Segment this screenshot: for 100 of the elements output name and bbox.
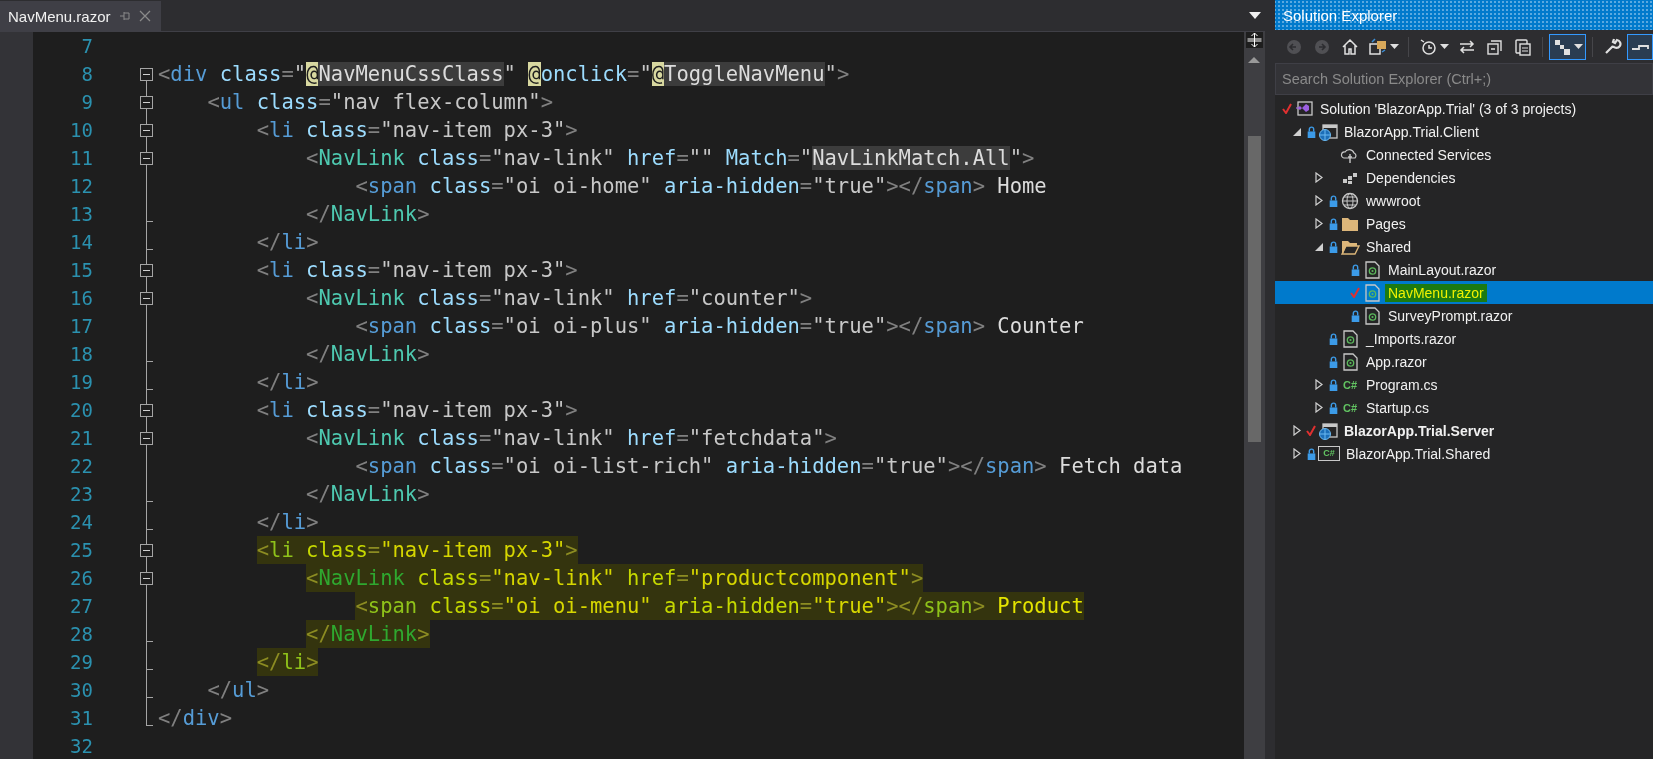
line-number: 11: [69, 147, 93, 169]
expand-icon[interactable]: [1315, 172, 1323, 183]
expand-icon[interactable]: [1293, 425, 1301, 436]
collapse-icon[interactable]: [140, 68, 153, 81]
csharp-icon: C#: [1318, 446, 1340, 461]
razor-icon: [1362, 283, 1382, 302]
code-line: <li class="nav-item px-3">: [255, 117, 578, 144]
collapse-icon[interactable]: [140, 544, 153, 557]
line-number: 17: [69, 315, 93, 337]
csharp-icon: C#: [1340, 401, 1360, 414]
code-line: </li>: [255, 509, 319, 536]
preview-icon[interactable]: [1627, 33, 1653, 60]
line-number: 15: [69, 259, 93, 281]
tree-view-icon[interactable]: [1549, 33, 1586, 60]
line-number: 27: [69, 595, 93, 617]
code-line: </div>: [158, 705, 233, 732]
line-number: 18: [69, 343, 93, 365]
code-line: <li class="nav-item px-3">: [255, 257, 578, 284]
expanded-icon[interactable]: [1293, 127, 1301, 136]
tree-item[interactable]: C# Startup.cs: [1275, 396, 1653, 419]
code-line: </NavLink>: [305, 201, 430, 228]
tree-item[interactable]: _Imports.razor: [1275, 327, 1653, 350]
razor-icon: [1340, 329, 1360, 348]
expand-icon[interactable]: [1315, 195, 1323, 206]
tree-item[interactable]: App.razor: [1275, 350, 1653, 373]
csharp-icon: C#: [1340, 378, 1360, 391]
tree-item[interactable]: BlazorApp.Trial.Server: [1275, 419, 1653, 442]
scrollbar[interactable]: [1244, 32, 1265, 759]
expanded-icon[interactable]: [1315, 242, 1323, 251]
code-line: </li>: [255, 369, 319, 396]
panel-title: Solution Explorer: [1275, 0, 1653, 30]
code-line: <span class="oi oi-home" aria-hidden="true"></span> Home: [354, 173, 1047, 200]
tree-item[interactable]: C# Program.cs: [1275, 373, 1653, 396]
line-number: 10: [69, 119, 93, 141]
line-number: 31: [69, 707, 93, 729]
expand-icon[interactable]: [1315, 379, 1323, 390]
code-line: <ul class="nav flex-column">: [206, 89, 553, 116]
line-number: 12: [69, 175, 93, 197]
line-number: 30: [69, 679, 93, 701]
search-field[interactable]: Search Solution Explorer (Ctrl+;): [1275, 63, 1653, 95]
line-number: 26: [69, 567, 93, 589]
expand-icon[interactable]: [1315, 218, 1323, 229]
line-number: 28: [69, 623, 93, 645]
razor-icon: [1362, 260, 1382, 279]
code-line: <span class="oi oi-plus" aria-hidden="true"></span> Counter: [354, 313, 1084, 340]
line-number: 9: [80, 91, 93, 113]
code-line: <NavLink class="nav-link" href="counter">: [305, 285, 813, 312]
tree-item[interactable]: Connected Services: [1275, 143, 1653, 166]
collapse-icon[interactable]: [140, 292, 153, 305]
line-number: 25: [69, 539, 93, 561]
expand-icon[interactable]: [1315, 402, 1323, 413]
line-number: 21: [69, 427, 93, 449]
line-number: 19: [69, 371, 93, 393]
line-number: 8: [80, 63, 93, 85]
collapse-icon[interactable]: [140, 96, 153, 109]
solution-icon: [1294, 99, 1314, 118]
collapse-icon[interactable]: [140, 404, 153, 417]
tree-item[interactable]: C# BlazorApp.Trial.Shared: [1275, 442, 1653, 465]
scroll-up-icon[interactable]: [1248, 56, 1260, 64]
razor-icon: [1362, 306, 1382, 325]
line-number: 16: [69, 287, 93, 309]
dropdown-icon[interactable]: [1249, 12, 1261, 19]
line-number: 14: [69, 231, 93, 253]
tree-item[interactable]: Dependencies: [1275, 166, 1653, 189]
line-number: 29: [69, 651, 93, 673]
collapse-icon[interactable]: [140, 432, 153, 445]
line-number: 13: [69, 203, 93, 225]
collapse-icon[interactable]: [140, 152, 153, 165]
file-tab[interactable]: NavMenu.razor: [0, 1, 161, 31]
line-number: 32: [69, 735, 93, 757]
collapse-icon[interactable]: [140, 264, 153, 277]
line-number: 23: [69, 483, 93, 505]
tree-item[interactable]: BlazorApp.Trial.Client: [1275, 120, 1653, 143]
line-number: 7: [80, 35, 93, 57]
web-project-icon: [1318, 421, 1338, 440]
tree-item[interactable]: Pages: [1275, 212, 1653, 235]
web-project-icon: [1318, 122, 1338, 141]
globe-icon: [1340, 191, 1360, 210]
code-line: <span class="oi oi-list-rich" aria-hidden="true"></span> Fetch data: [354, 453, 1183, 480]
tree-item[interactable]: SurveyPrompt.razor: [1275, 304, 1653, 327]
code-line: <li class="nav-item px-3">: [255, 397, 578, 424]
collapse-icon[interactable]: [140, 572, 153, 585]
code-line: </li>: [255, 229, 319, 256]
code-line: </ul>: [206, 677, 270, 704]
code-line: <NavLink class="nav-link" href="fetchdata">: [305, 425, 837, 452]
code-line: </NavLink>: [305, 481, 430, 508]
tree-item[interactable]: MainLayout.razor: [1275, 258, 1653, 281]
collapse-icon[interactable]: [140, 124, 153, 137]
line-number: 22: [69, 455, 93, 477]
line-number: 20: [69, 399, 93, 421]
razor-icon: [1340, 352, 1360, 371]
tree-item[interactable]: Shared: [1275, 235, 1653, 258]
tree-item[interactable]: wwwroot: [1275, 189, 1653, 212]
expand-icon[interactable]: [1293, 448, 1301, 459]
code-line: </NavLink>: [305, 341, 430, 368]
line-number: 24: [69, 511, 93, 533]
splitter-icon[interactable]: [1246, 32, 1263, 48]
tree-item[interactable]: Solution 'BlazorApp.Trial' (3 of 3 projects): [1275, 97, 1653, 120]
tree-item[interactable]: NavMenu.razor: [1275, 281, 1653, 304]
close-icon[interactable]: [138, 10, 151, 22]
